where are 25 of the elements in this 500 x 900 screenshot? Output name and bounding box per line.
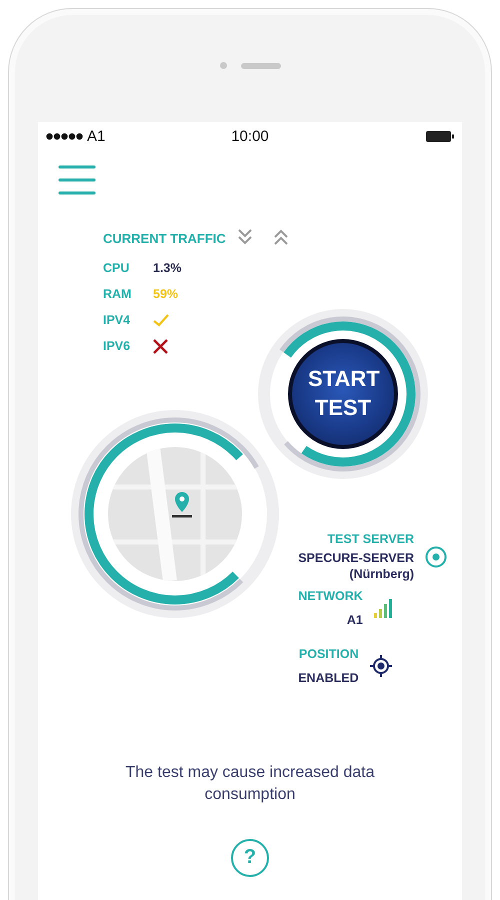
start-test-button[interactable]: START TEST — [288, 339, 398, 449]
notice-text: The test may cause increased data consumption — [124, 763, 376, 806]
info-value: ENABLED — [298, 671, 359, 685]
target-icon — [425, 546, 447, 568]
menu-button[interactable] — [58, 164, 96, 196]
traffic-title: CURRENT TRAFFIC — [103, 231, 226, 246]
info-label: POSITION — [298, 647, 359, 661]
traffic-value: 59% — [153, 287, 178, 301]
battery-icon — [426, 130, 454, 142]
speaker-slot — [240, 62, 280, 68]
camera-dot — [220, 62, 226, 69]
signal-dots-icon — [46, 132, 84, 140]
crosshair-icon — [370, 655, 392, 677]
info-label: NETWORK — [298, 589, 363, 603]
info-value: A1 — [346, 613, 363, 627]
status-time: 10:00 — [231, 128, 269, 144]
carrier-name: A1 — [87, 128, 106, 144]
traffic-label: RAM — [103, 287, 132, 301]
info-label: TEST SERVER — [327, 532, 414, 546]
traffic-value: 1.3% — [153, 261, 182, 275]
traffic-label: CPU — [103, 261, 130, 275]
traffic-label: IPV4 — [103, 313, 132, 327]
info-value: SPECURE-SERVER — [298, 551, 414, 565]
info-detail: (Nürnberg) — [349, 567, 414, 581]
traffic-label: IPV6 — [103, 339, 132, 353]
